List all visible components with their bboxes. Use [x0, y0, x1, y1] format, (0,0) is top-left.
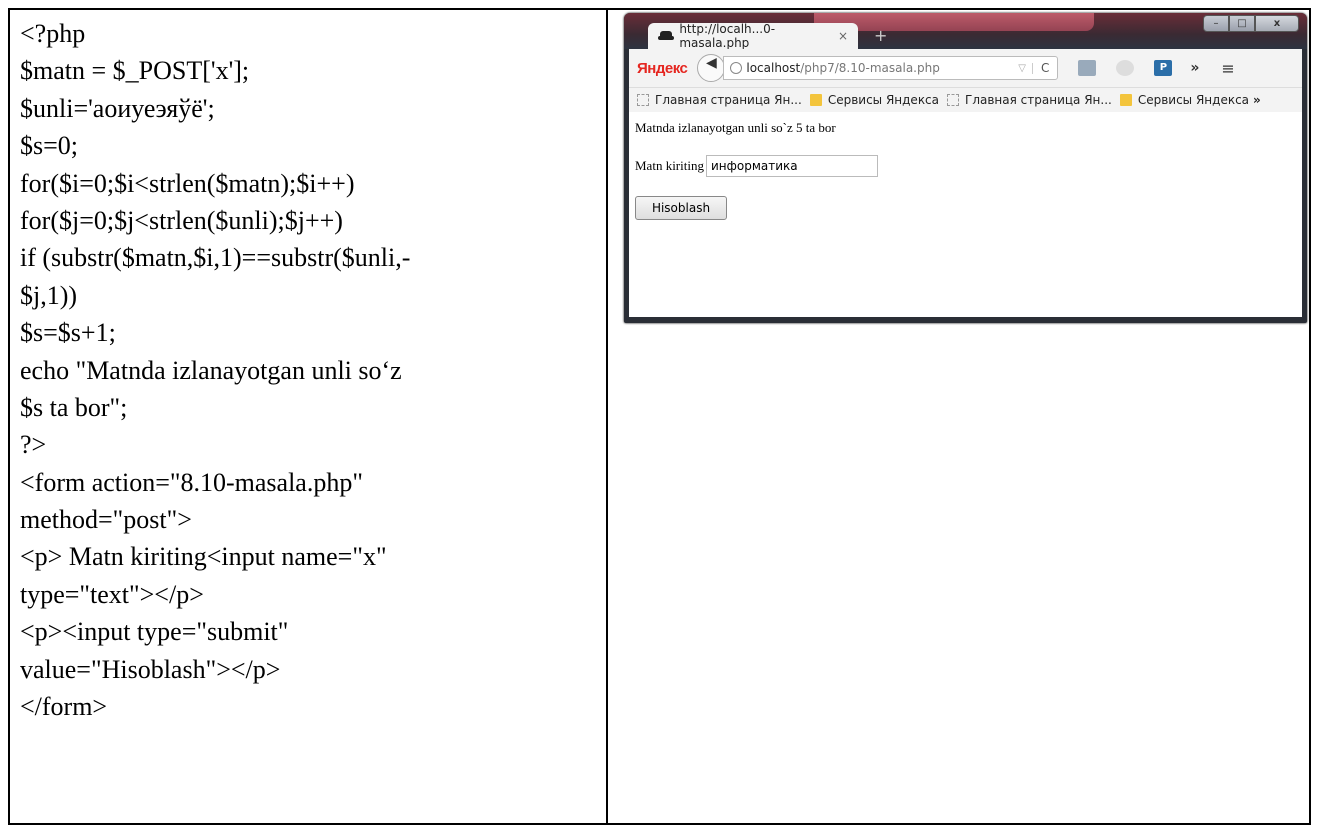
bookmarks-more-icon[interactable]: »	[1253, 93, 1261, 107]
url-path: /php7/8.10-masala.php	[800, 61, 940, 75]
code-line: <p> Matn kiriting<input name="x"	[20, 542, 387, 572]
code-line: $s ta bor";	[20, 392, 128, 422]
url-host: localhost	[746, 61, 801, 75]
form-row: Matn kiriting информатика	[635, 155, 878, 177]
code-line: if (substr($matn,$i,1)==substr($unli,-	[20, 243, 411, 273]
code-line: for($j=0;$j<strlen($unli);$j++)	[20, 205, 343, 235]
code-line: method="post">	[20, 505, 192, 535]
browser-screenshot: – □ x http://localh...0-masala.php × + Я…	[624, 13, 1307, 323]
bookmark-item[interactable]: Главная страница Ян...	[947, 93, 1112, 107]
new-tab-button[interactable]: +	[874, 26, 887, 45]
code-line: ?>	[20, 430, 47, 460]
text-input[interactable]: информатика	[705, 155, 878, 177]
php-code-block: <?php $matn = $_POST['x']; $unli='аоиуеэяў…	[20, 15, 600, 725]
tab-title: http://localh...0-masala.php	[679, 22, 776, 50]
window-controls: – □ x	[1203, 15, 1299, 32]
browser-toolbar: Яндекс ◀ localhost /php7/8.10-masala.php…	[629, 49, 1302, 87]
bookmark-item[interactable]: Главная страница Ян...	[637, 93, 802, 107]
globe-icon	[730, 62, 743, 74]
browser-tab[interactable]: http://localh...0-masala.php ×	[648, 22, 858, 50]
bookmark-item[interactable]: Сервисы Яндекса	[1119, 93, 1250, 107]
reload-icon[interactable]: C	[1033, 61, 1057, 75]
bookmark-label: Сервисы Яндекса	[827, 93, 940, 107]
table-divider	[606, 10, 608, 823]
mail-icon[interactable]	[1078, 60, 1097, 76]
incognito-icon	[658, 31, 675, 41]
maximize-button[interactable]: □	[1229, 15, 1255, 32]
folder-icon	[809, 94, 822, 106]
page-icon	[637, 94, 649, 106]
code-line: $j,1))	[20, 280, 78, 310]
address-bar[interactable]: localhost /php7/8.10-masala.php ▽ C	[723, 56, 1059, 80]
code-line: type="text"></p>	[20, 579, 204, 609]
bookmark-label: Главная страница Ян...	[655, 93, 802, 107]
url-dropdown-icon[interactable]: ▽	[1012, 62, 1033, 74]
code-line: $s=0;	[20, 131, 79, 161]
p-extension-icon[interactable]: P	[1154, 60, 1173, 76]
code-line: </form>	[20, 692, 108, 722]
code-line: <p><input type="submit"	[20, 617, 289, 647]
yandex-logo[interactable]: Яндекс	[637, 60, 688, 77]
code-line: value="Hisoblash"></p>	[20, 654, 281, 684]
bookmark-item[interactable]: Сервисы Яндекса	[809, 93, 940, 107]
code-line: <form action="8.10-masala.php"	[20, 467, 363, 497]
menu-icon[interactable]: ≡	[1221, 59, 1234, 78]
code-line: $s=$s+1;	[20, 318, 116, 348]
document-table: <?php $matn = $_POST['x']; $unli='аоиуеэяў…	[8, 8, 1311, 825]
code-line: <?php	[20, 19, 86, 48]
back-button[interactable]: ◀	[697, 54, 726, 82]
bookmark-label: Сервисы Яндекса	[1137, 93, 1250, 107]
folder-icon	[1119, 94, 1132, 106]
close-window-button[interactable]: x	[1255, 15, 1299, 32]
page-icon	[947, 94, 960, 106]
code-line: for($i=0;$i<strlen($matn);$i++)	[20, 168, 355, 198]
result-text: Matnda izlanayotgan unli so`z 5 ta bor	[635, 120, 836, 135]
bookmark-label: Главная страница Ян...	[965, 93, 1112, 107]
code-line: echo "Matnda izlanayotgan unli so‘z	[20, 355, 402, 385]
weather-icon[interactable]	[1116, 60, 1135, 76]
minimize-button[interactable]: –	[1203, 15, 1229, 32]
code-line: $matn = $_POST['x'];	[20, 56, 250, 86]
input-label: Matn kiriting	[635, 158, 704, 173]
page-content: Matnda izlanayotgan unli so`z 5 ta bor M…	[629, 112, 1302, 317]
more-tools-icon[interactable]: »	[1190, 60, 1199, 76]
hisoblash-button[interactable]: Hisoblash	[635, 196, 727, 220]
code-line: $unli='аоиуеэяўё';	[20, 93, 215, 123]
bookmarks-bar: Главная страница Ян... Сервисы Яндекса Гла…	[629, 87, 1302, 113]
tab-close-icon[interactable]: ×	[838, 29, 848, 43]
